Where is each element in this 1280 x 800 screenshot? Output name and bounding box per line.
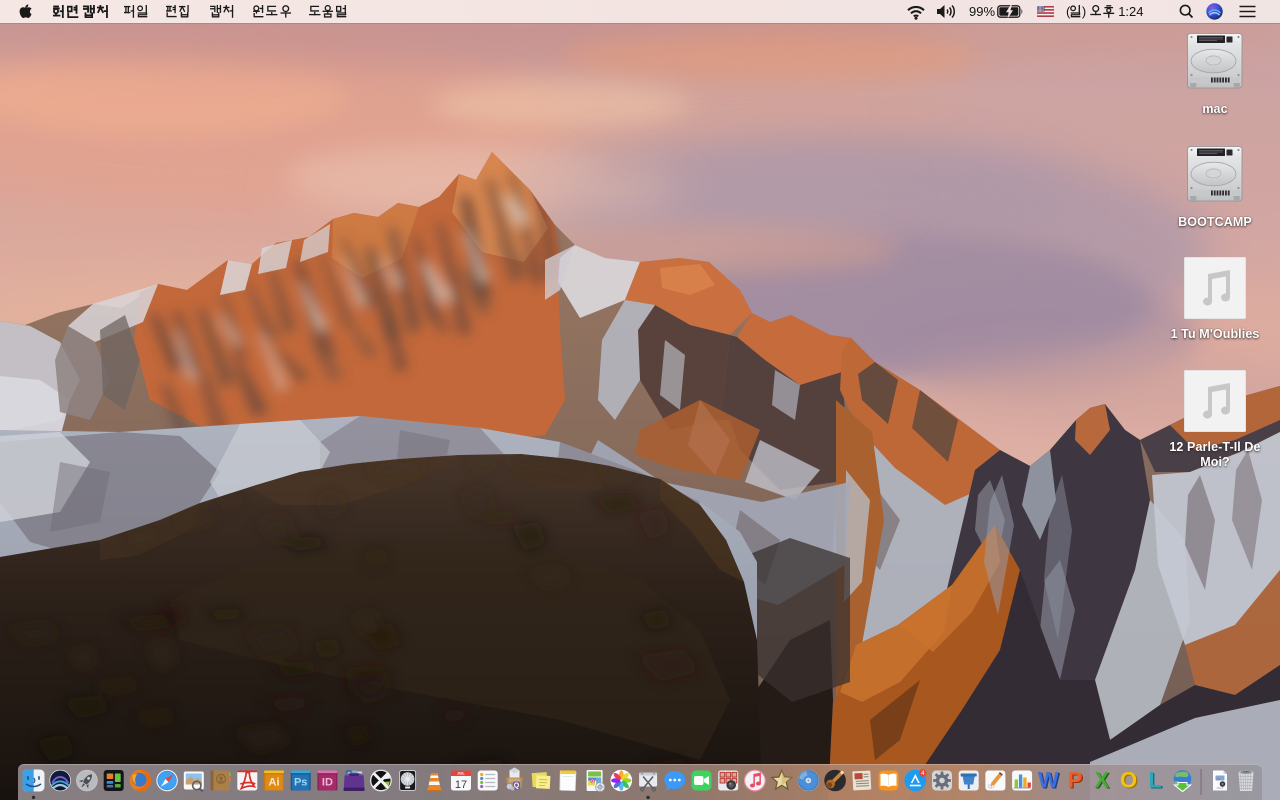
- svg-text:W: W: [1038, 768, 1059, 793]
- svg-text:ID: ID: [322, 777, 333, 789]
- svg-text:X: X: [1094, 768, 1109, 793]
- svg-text:Q: Q: [514, 783, 520, 790]
- svg-text:L: L: [1148, 768, 1161, 793]
- svg-text:JUL: JUL: [457, 771, 465, 776]
- svg-text:Ps: Ps: [294, 777, 307, 789]
- svg-text:Ai: Ai: [269, 777, 280, 789]
- svg-text:Q: Q: [591, 779, 594, 783]
- svg-text:P: P: [1068, 768, 1083, 793]
- svg-text:docx: docx: [1217, 786, 1224, 790]
- svg-text:O: O: [1120, 768, 1137, 793]
- svg-text:17: 17: [455, 779, 467, 791]
